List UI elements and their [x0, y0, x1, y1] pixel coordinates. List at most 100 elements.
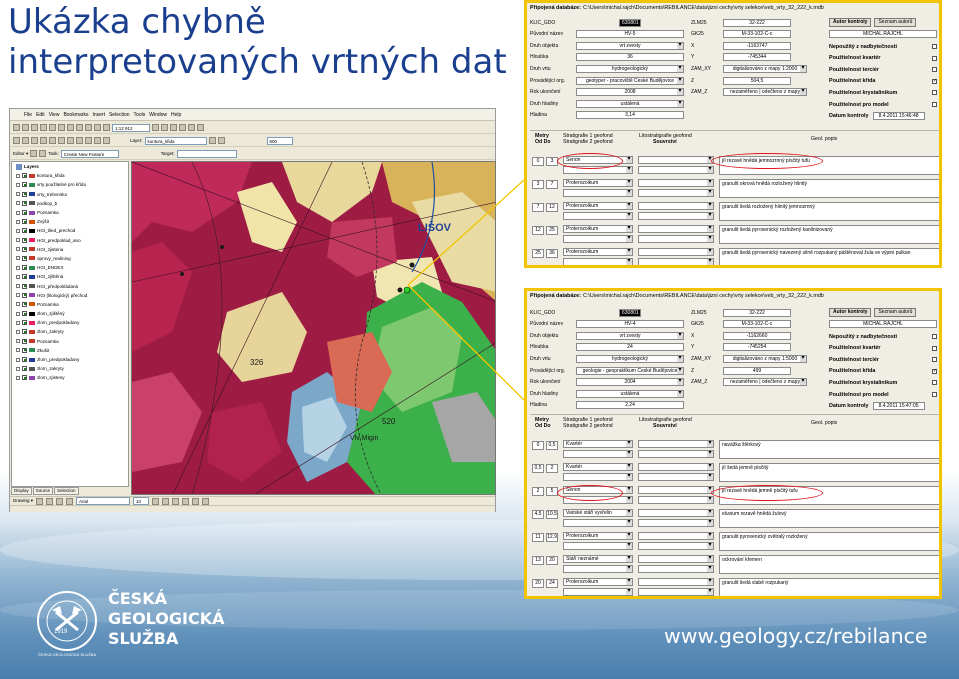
strat1-select[interactable]: Kvartér [563, 440, 633, 448]
depth-from[interactable]: 7 [532, 203, 544, 212]
author-button[interactable]: Autor kontroly [829, 18, 872, 27]
field-value[interactable]: ustálená [576, 389, 684, 398]
depth-from[interactable]: 20 [532, 579, 544, 588]
field-value[interactable]: 2,24 [576, 401, 684, 410]
depth-from[interactable]: 11 [532, 533, 544, 542]
usability-checkbox[interactable] [932, 90, 937, 96]
field-value[interactable]: M-33-102-C-c [723, 320, 791, 329]
field-value[interactable]: hydrogeologický [576, 354, 684, 363]
souvrstvi-select[interactable] [638, 496, 714, 504]
lito-select[interactable] [638, 156, 714, 164]
field-value[interactable]: nezaměřeno | odečteno z mapy [723, 88, 807, 97]
depth-to[interactable]: 7 [546, 180, 558, 189]
usability-checkbox[interactable] [932, 44, 937, 49]
souvrstvi-select[interactable] [638, 166, 714, 174]
depth-from[interactable]: 25 [532, 249, 544, 258]
field-value[interactable]: 2008 [576, 88, 684, 97]
depth-from[interactable]: 0 [532, 441, 544, 450]
geol-description[interactable]: navážka štěrkový [719, 440, 939, 459]
lito-select[interactable] [638, 440, 714, 448]
souvrstvi-select[interactable] [638, 519, 714, 527]
souvrstvi-select[interactable] [638, 189, 714, 197]
geol-description[interactable]: eluvium rezavě hnědá žulový [719, 509, 939, 528]
geol-description[interactable]: granulit pyroxenický zvětralý rozložený [719, 532, 939, 551]
usability-checkbox[interactable] [932, 102, 937, 107]
usability-checkbox[interactable] [932, 368, 937, 374]
field-value[interactable]: -745254 [723, 343, 791, 352]
souvrstvi-select[interactable] [638, 212, 714, 220]
field-value[interactable]: 24 [576, 343, 684, 352]
depth-from[interactable]: 12 [532, 226, 544, 235]
souvrstvi-select[interactable] [638, 473, 714, 481]
geol-description[interactable]: granulit šedá rozložený hlinitý jemnozrn… [719, 202, 939, 221]
field-value[interactable]: 32-222 [723, 308, 791, 317]
field-value[interactable]: 2004 [576, 378, 684, 387]
lito-select[interactable] [638, 179, 714, 187]
depth-to[interactable]: 12,9 [546, 533, 558, 542]
geol-description[interactable]: ockrování křemen [719, 555, 939, 574]
field-value[interactable]: 630801 [619, 18, 641, 27]
strat2-select[interactable] [563, 519, 633, 527]
geol-description[interactable]: granulit šedá slabě rozpukaný [719, 578, 939, 596]
geol-description[interactable]: jíl šedá jemně písčitý [719, 463, 939, 482]
depth-to[interactable]: 10,5 [546, 510, 558, 519]
strat1-select[interactable]: Proterozoikum [563, 578, 633, 586]
field-value[interactable]: 36 [576, 53, 684, 62]
field-value[interactable]: ustálená [576, 99, 684, 108]
lito-select[interactable] [638, 509, 714, 517]
field-value[interactable]: digitalizováno z mapy 1:2000 [723, 64, 807, 73]
usability-checkbox[interactable] [932, 67, 937, 73]
strat2-select[interactable] [563, 565, 633, 573]
field-value[interactable]: 499 [723, 366, 791, 375]
souvrstvi-select[interactable] [638, 235, 714, 243]
lito-select[interactable] [638, 578, 714, 586]
usability-checkbox[interactable] [932, 357, 937, 363]
date-value[interactable]: 8.4.2011 15:47:05 [872, 402, 925, 411]
souvrstvi-select[interactable] [638, 588, 714, 596]
author-button[interactable]: Autor kontroly [829, 308, 872, 317]
field-value[interactable]: 504,5 [723, 76, 791, 85]
souvrstvi-select[interactable] [638, 542, 714, 550]
field-value[interactable]: geologie - geopraktikum České Budějovice [576, 366, 684, 375]
depth-from[interactable]: 4,5 [532, 510, 544, 519]
field-value[interactable]: 3,14 [576, 111, 684, 120]
strat1-select[interactable]: Proterozoikum [563, 202, 633, 210]
geol-description[interactable]: granulit okrová hnědá rozložený hlinitý [719, 179, 939, 198]
lito-select[interactable] [638, 248, 714, 256]
depth-from[interactable]: 0 [532, 157, 544, 166]
strat1-select[interactable]: Proterozoikum [563, 532, 633, 540]
author-value[interactable]: MICHAL.RAJCHL [829, 29, 937, 38]
strat2-select[interactable] [563, 212, 633, 220]
depth-to[interactable]: 0,5 [546, 441, 558, 450]
author-list-button[interactable]: Seznam autorů [874, 308, 917, 317]
lito-select[interactable] [638, 225, 714, 233]
depth-to[interactable]: 2 [546, 464, 558, 473]
field-value[interactable]: HV-4 [576, 320, 684, 329]
usability-checkbox[interactable] [932, 334, 937, 339]
depth-from[interactable]: 2 [532, 487, 544, 496]
author-value[interactable]: MICHAL.RAJCHL [829, 319, 937, 328]
lito-select[interactable] [638, 463, 714, 471]
usability-checkbox[interactable] [932, 392, 937, 397]
lito-select[interactable] [638, 202, 714, 210]
usability-checkbox[interactable] [932, 345, 937, 351]
souvrstvi-select[interactable] [638, 258, 714, 265]
field-value[interactable]: hydrogeologický [576, 64, 684, 73]
usability-checkbox[interactable] [932, 380, 937, 386]
field-value[interactable]: HV-5 [576, 30, 684, 39]
field-value[interactable]: M-33-102-C-c [723, 30, 791, 39]
strat2-select[interactable] [563, 473, 633, 481]
strat1-select[interactable]: Variské stáří vyvřelin [563, 509, 633, 517]
usability-checkbox[interactable] [932, 55, 937, 61]
depth-to[interactable]: 20 [546, 556, 558, 565]
strat1-select[interactable]: Proterozoikum [563, 179, 633, 187]
field-value[interactable]: -1162660 [723, 331, 791, 340]
field-value[interactable]: -745344 [723, 53, 791, 62]
lito-select[interactable] [638, 532, 714, 540]
field-value[interactable]: digitalizováno z mapy 1:5000 [723, 354, 807, 363]
field-value[interactable]: geotyper - pracoviště České Budějovice [576, 76, 684, 85]
strat2-select[interactable] [563, 235, 633, 243]
field-value[interactable]: 32-222 [723, 18, 791, 27]
lito-select[interactable] [638, 555, 714, 563]
usability-checkbox[interactable] [932, 78, 937, 84]
